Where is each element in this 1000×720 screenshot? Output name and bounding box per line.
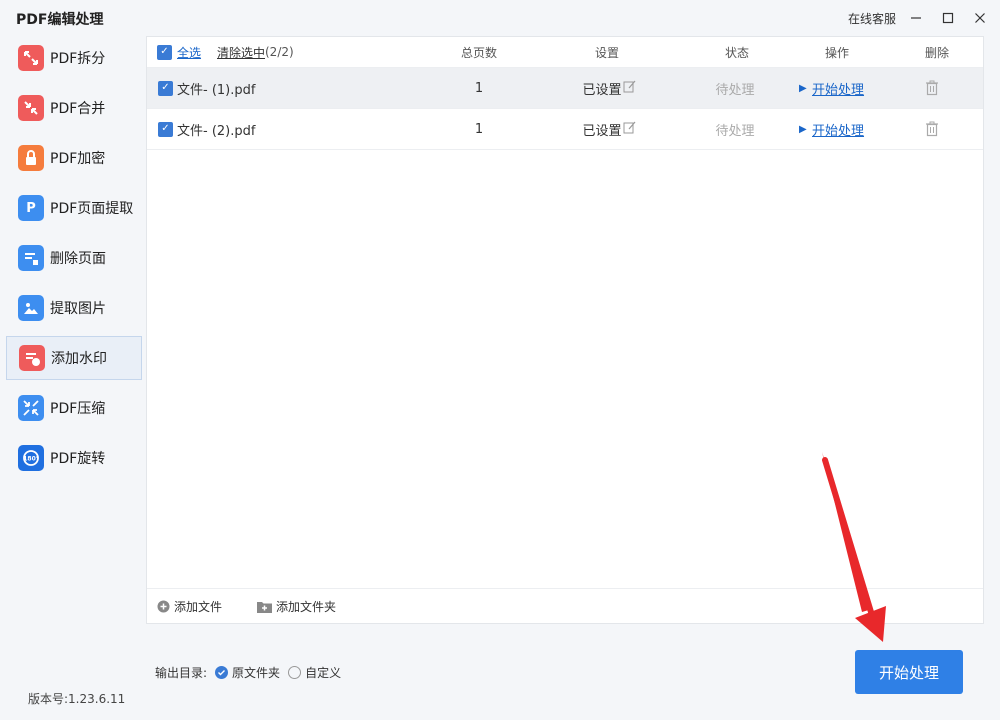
image-extract-icon [18, 295, 44, 321]
page-count: 1 [474, 121, 484, 137]
title-bar: PDF编辑处理 在线客服 [0, 0, 1000, 36]
add-file-label: 添加文件 [174, 600, 223, 614]
page-count: 1 [474, 80, 484, 96]
add-folder-button[interactable]: 添加文件夹 [257, 598, 336, 615]
panel-footer: 添加文件 添加文件夹 [147, 588, 983, 623]
sidebar-item-pdf-rotate[interactable]: 180° PDF旋转 [6, 436, 142, 480]
page-extract-icon: P [18, 195, 44, 221]
output-label: 输出目录: [155, 666, 208, 680]
customer-service-link[interactable]: 在线客服 [848, 10, 896, 27]
sidebar-item-label: 提取图片 [50, 301, 106, 317]
plus-circle-icon [157, 600, 170, 613]
output-directory: 输出目录: 原文件夹 自定义 [155, 664, 341, 681]
select-all-checkbox[interactable]: ✓ [157, 44, 172, 60]
maximize-icon[interactable] [938, 8, 958, 28]
table-header: ✓ 全选 清除选中 (2/2) 总页数 设置 状态 操作 删除 [147, 37, 983, 68]
select-all-link[interactable]: 全选 [177, 44, 201, 61]
radio-original-folder[interactable] [215, 666, 229, 679]
sidebar-item-label: PDF加密 [50, 151, 106, 167]
start-process-button[interactable]: 开始处理 [855, 650, 963, 694]
edit-icon[interactable] [623, 121, 636, 138]
folder-plus-icon [257, 600, 272, 613]
edit-icon[interactable] [623, 80, 636, 97]
sidebar-item-page-extract[interactable]: P PDF页面提取 [6, 186, 142, 230]
sidebar-item-add-watermark[interactable]: 添加水印 [6, 336, 142, 380]
add-file-button[interactable]: 添加文件 [157, 598, 222, 615]
close-icon[interactable] [970, 8, 990, 28]
sidebar-item-delete-page[interactable]: 删除页面 [6, 236, 142, 280]
option-custom[interactable]: 自定义 [305, 664, 341, 681]
column-header-delete: 删除 [924, 45, 949, 60]
row-checkbox[interactable]: ✓ [158, 121, 173, 137]
start-process-link[interactable]: 开始处理 [812, 120, 864, 139]
sidebar-item-label: PDF旋转 [50, 451, 106, 467]
minimize-icon[interactable] [906, 8, 926, 28]
delete-page-icon [18, 245, 44, 271]
row-checkbox[interactable]: ✓ [158, 80, 173, 96]
watermark-icon [19, 345, 45, 371]
app-title: PDF编辑处理 [16, 12, 104, 28]
file-table-panel: ✓ 全选 清除选中 (2/2) 总页数 设置 状态 操作 删除 ✓ 文件- (1… [146, 36, 984, 624]
sidebar-item-label: PDF压缩 [50, 401, 106, 417]
sidebar-item-pdf-compress[interactable]: PDF压缩 [6, 386, 142, 430]
status-text: 待处理 [715, 82, 755, 98]
version-label: 版本号:1.23.6.11 [28, 692, 126, 706]
add-folder-label: 添加文件夹 [276, 600, 337, 614]
file-name: 文件- (1).pdf [177, 82, 256, 98]
column-header-status: 状态 [724, 45, 749, 60]
table-row[interactable]: ✓ 文件- (2).pdf 1 已设置 待处理 ▶ 开始处理 [147, 109, 983, 150]
sidebar-item-pdf-split[interactable]: PDF拆分 [6, 36, 142, 80]
compress-icon [18, 395, 44, 421]
column-header-pages: 总页数 [460, 45, 497, 60]
sidebar-item-label: PDF合并 [50, 101, 106, 117]
file-name: 文件- (2).pdf [177, 123, 256, 139]
play-icon: ▶ [799, 123, 807, 135]
merge-icon [18, 95, 44, 121]
option-original-folder[interactable]: 原文件夹 [232, 664, 280, 681]
status-text: 待处理 [715, 123, 755, 139]
sidebar-item-label: PDF拆分 [50, 51, 106, 67]
lock-icon [18, 145, 44, 171]
svg-text:180°: 180° [23, 456, 39, 463]
split-icon [18, 45, 44, 71]
sidebar-item-pdf-merge[interactable]: PDF合并 [6, 86, 142, 130]
sidebar-item-pdf-encrypt[interactable]: PDF加密 [6, 136, 142, 180]
rotate-icon: 180° [18, 445, 44, 471]
start-process-link[interactable]: 开始处理 [812, 79, 864, 98]
sidebar-item-label: 添加水印 [51, 351, 107, 367]
column-header-action: 操作 [824, 45, 849, 60]
sidebar-item-label: PDF页面提取 [50, 201, 134, 217]
sidebar: PDF拆分 PDF合并 PDF加密 P PDF页面提取 删除页面 提取图片 添加… [6, 36, 142, 476]
radio-custom[interactable] [288, 666, 302, 679]
sidebar-item-label: 删除页面 [50, 251, 106, 267]
table-row[interactable]: ✓ 文件- (1).pdf 1 已设置 待处理 ▶ 开始处理 [147, 68, 983, 109]
sidebar-item-image-extract[interactable]: 提取图片 [6, 286, 142, 330]
trash-icon[interactable] [925, 80, 939, 96]
trash-icon[interactable] [925, 121, 939, 137]
play-icon: ▶ [799, 82, 807, 94]
selected-count: (2/2) [265, 45, 294, 59]
clear-selected-link[interactable]: 清除选中 [217, 44, 265, 61]
column-header-settings: 设置 [594, 45, 619, 60]
